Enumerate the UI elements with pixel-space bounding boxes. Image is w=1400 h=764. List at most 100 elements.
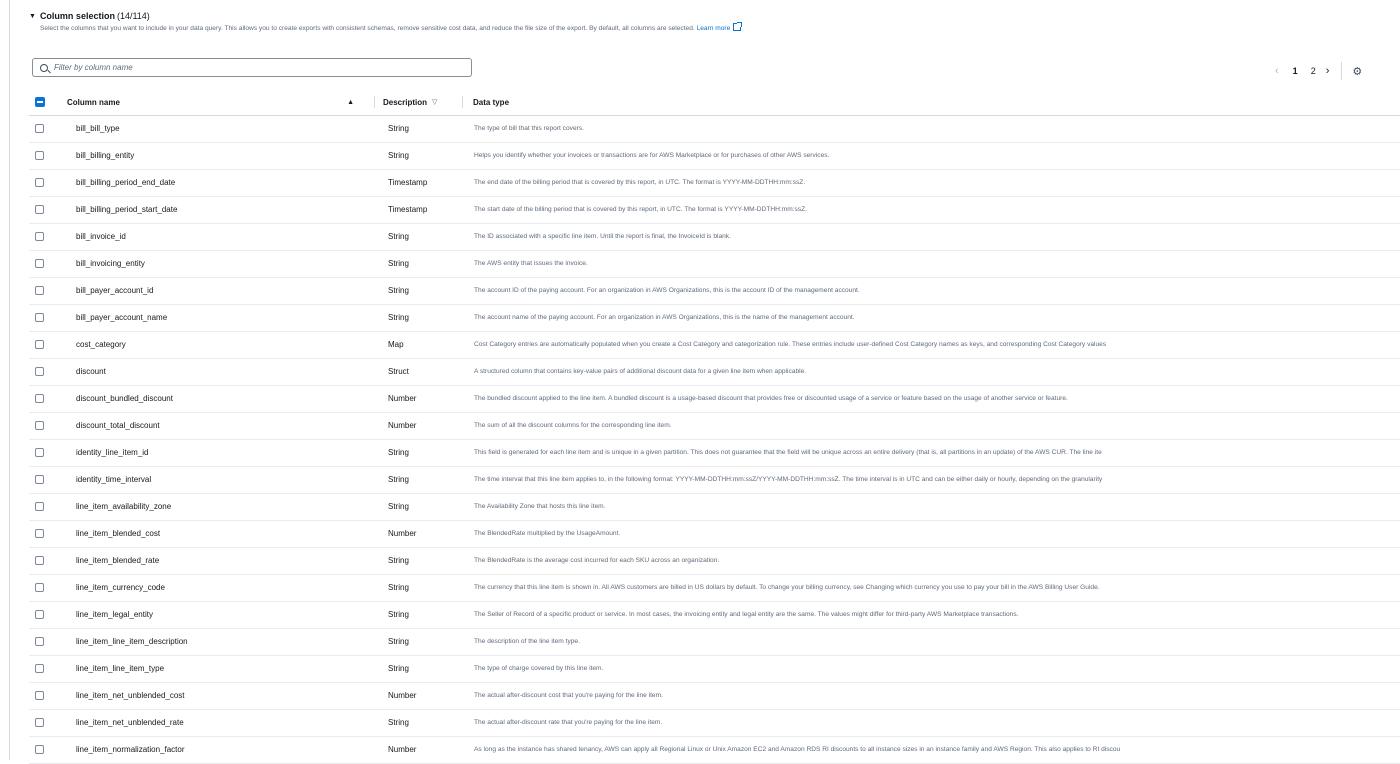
column-name-cell: line_item_net_unblended_rate — [67, 709, 374, 736]
table-row[interactable]: discount_total_discountNumberThe sum of … — [29, 412, 1400, 439]
row-checkbox-cell — [29, 331, 67, 358]
column-name-cell: line_item_blended_cost — [67, 520, 374, 547]
row-checkbox[interactable] — [35, 664, 44, 673]
row-checkbox[interactable] — [35, 637, 44, 646]
data-type-cell: String — [374, 493, 462, 520]
data-type-cell: String — [374, 304, 462, 331]
column-name-header[interactable]: Column name ▲ — [67, 90, 374, 115]
data-type-cell: Timestamp — [374, 169, 462, 196]
description-header[interactable]: Description ▽ — [374, 90, 462, 115]
table-row[interactable]: bill_bill_typeStringThe type of bill tha… — [29, 115, 1400, 142]
row-checkbox[interactable] — [35, 610, 44, 619]
table-row[interactable]: line_item_blended_costNumberThe BlendedR… — [29, 520, 1400, 547]
page-1-button[interactable]: 1 — [1293, 66, 1298, 76]
description-header-label: Description — [383, 98, 427, 107]
chevron-left-icon[interactable]: ‹ — [1275, 65, 1279, 77]
table-row[interactable]: line_item_legal_entityStringThe Seller o… — [29, 601, 1400, 628]
table-row[interactable]: discount_bundled_discountNumberThe bundl… — [29, 385, 1400, 412]
row-checkbox[interactable] — [35, 367, 44, 376]
row-checkbox[interactable] — [35, 502, 44, 511]
row-checkbox-cell — [29, 412, 67, 439]
table-row[interactable]: identity_line_item_idStringThis field is… — [29, 439, 1400, 466]
section-toggle[interactable]: ▼ Column selection (14/114) — [29, 11, 1400, 21]
gear-icon[interactable]: ⚙ — [1352, 65, 1362, 78]
table-row[interactable]: bill_invoice_idStringThe ID associated w… — [29, 223, 1400, 250]
data-type-cell: String — [374, 250, 462, 277]
data-type-cell: String — [374, 601, 462, 628]
row-checkbox-cell — [29, 655, 67, 682]
table-row[interactable]: line_item_normalization_factorNumberAs l… — [29, 736, 1400, 763]
data-type-header: Data type — [462, 90, 1400, 115]
table-row[interactable]: line_item_availability_zoneStringThe Ava… — [29, 493, 1400, 520]
description-cell: The start date of the billing period tha… — [462, 196, 1400, 223]
description-cell: The ID associated with a specific line i… — [462, 223, 1400, 250]
row-checkbox[interactable] — [35, 691, 44, 700]
row-checkbox[interactable] — [35, 259, 44, 268]
columns-table: Column name ▲ Description ▽ Data type bi… — [29, 90, 1400, 764]
table-row[interactable]: bill_invoicing_entityStringThe AWS entit… — [29, 250, 1400, 277]
table-row[interactable]: identity_time_intervalStringThe time int… — [29, 466, 1400, 493]
row-checkbox[interactable] — [35, 340, 44, 349]
row-checkbox[interactable] — [35, 286, 44, 295]
table-row[interactable]: discountStructA structured column that c… — [29, 358, 1400, 385]
table-row[interactable]: line_item_currency_codeStringThe currenc… — [29, 574, 1400, 601]
data-type-cell: String — [374, 628, 462, 655]
table-row[interactable]: bill_payer_account_idStringThe account I… — [29, 277, 1400, 304]
external-link-icon[interactable] — [733, 23, 741, 31]
row-checkbox[interactable] — [35, 232, 44, 241]
table-row[interactable]: line_item_line_item_typeStringThe type o… — [29, 655, 1400, 682]
column-name-cell: bill_billing_period_end_date — [67, 169, 374, 196]
chevron-right-icon[interactable]: › — [1326, 65, 1330, 77]
row-checkbox-cell — [29, 142, 67, 169]
table-row[interactable]: bill_billing_period_end_dateTimestampThe… — [29, 169, 1400, 196]
table-row[interactable]: line_item_line_item_descriptionStringThe… — [29, 628, 1400, 655]
column-name-cell: discount_bundled_discount — [67, 385, 374, 412]
table-row[interactable]: line_item_blended_rateStringThe BlendedR… — [29, 547, 1400, 574]
table-row[interactable]: bill_billing_period_start_dateTimestampT… — [29, 196, 1400, 223]
data-type-cell: String — [374, 439, 462, 466]
description-cell: A structured column that contains key-va… — [462, 358, 1400, 385]
description-cell: The account name of the paying account. … — [462, 304, 1400, 331]
row-checkbox[interactable] — [35, 421, 44, 430]
column-name-cell: bill_invoicing_entity — [67, 250, 374, 277]
row-checkbox[interactable] — [35, 394, 44, 403]
page-2-button[interactable]: 2 — [1311, 66, 1316, 76]
row-checkbox[interactable] — [35, 475, 44, 484]
filter-input[interactable] — [54, 63, 454, 72]
description-cell: The actual after-discount cost that you'… — [462, 682, 1400, 709]
pagination: ‹ 1 2 › ⚙ — [1275, 62, 1362, 80]
row-checkbox[interactable] — [35, 178, 44, 187]
search-icon — [40, 64, 48, 72]
column-name-cell: identity_line_item_id — [67, 439, 374, 466]
description-cell: The end date of the billing period that … — [462, 169, 1400, 196]
description-cell: The BlendedRate multiplied by the UsageA… — [462, 520, 1400, 547]
table-row[interactable]: bill_payer_account_nameStringThe account… — [29, 304, 1400, 331]
table-row[interactable]: line_item_net_unblended_costNumberThe ac… — [29, 682, 1400, 709]
row-checkbox-cell — [29, 574, 67, 601]
row-checkbox[interactable] — [35, 583, 44, 592]
row-checkbox[interactable] — [35, 718, 44, 727]
table-row[interactable]: bill_billing_entityStringHelps you ident… — [29, 142, 1400, 169]
filter-search-box[interactable] — [32, 58, 472, 77]
pagination-divider — [1341, 62, 1342, 80]
table-row[interactable]: cost_categoryMapCost Category entries ar… — [29, 331, 1400, 358]
row-checkbox[interactable] — [35, 151, 44, 160]
row-checkbox[interactable] — [35, 529, 44, 538]
table-row[interactable]: line_item_net_unblended_rateStringThe ac… — [29, 709, 1400, 736]
row-checkbox-cell — [29, 601, 67, 628]
data-type-cell: Timestamp — [374, 196, 462, 223]
row-checkbox[interactable] — [35, 556, 44, 565]
row-checkbox[interactable] — [35, 745, 44, 754]
row-checkbox[interactable] — [35, 448, 44, 457]
row-checkbox[interactable] — [35, 205, 44, 214]
row-checkbox[interactable] — [35, 124, 44, 133]
sort-icon[interactable]: ▽ — [432, 98, 437, 106]
description-cell: The description of the line item type. — [462, 628, 1400, 655]
row-checkbox-cell — [29, 520, 67, 547]
caret-down-icon[interactable]: ▼ — [29, 13, 36, 20]
row-checkbox[interactable] — [35, 313, 44, 322]
learn-more-link[interactable]: Learn more — [697, 25, 731, 32]
description-cell: The currency that this line item is show… — [462, 574, 1400, 601]
sort-ascending-icon[interactable]: ▲ — [347, 99, 354, 106]
select-all-checkbox[interactable] — [35, 97, 45, 107]
